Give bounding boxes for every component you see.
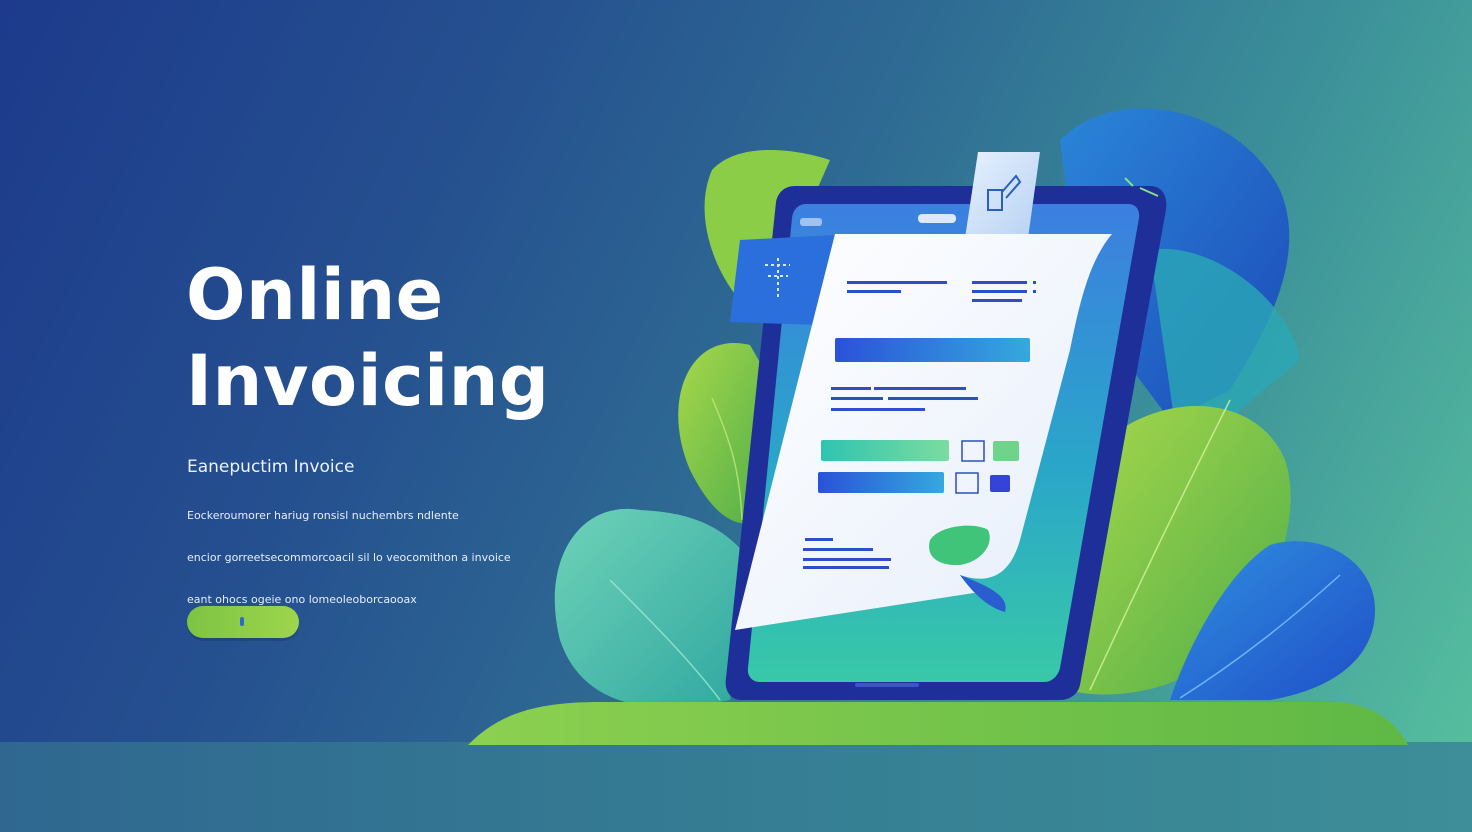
edit-checkbox-icon	[965, 152, 1040, 238]
platform	[468, 702, 1408, 745]
invoice-illustration	[468, 108, 1408, 745]
hero-banner: Online Invoicing Eanepuctim Invoice Eock…	[0, 0, 1472, 832]
leaf-decoration-icon	[554, 508, 750, 708]
